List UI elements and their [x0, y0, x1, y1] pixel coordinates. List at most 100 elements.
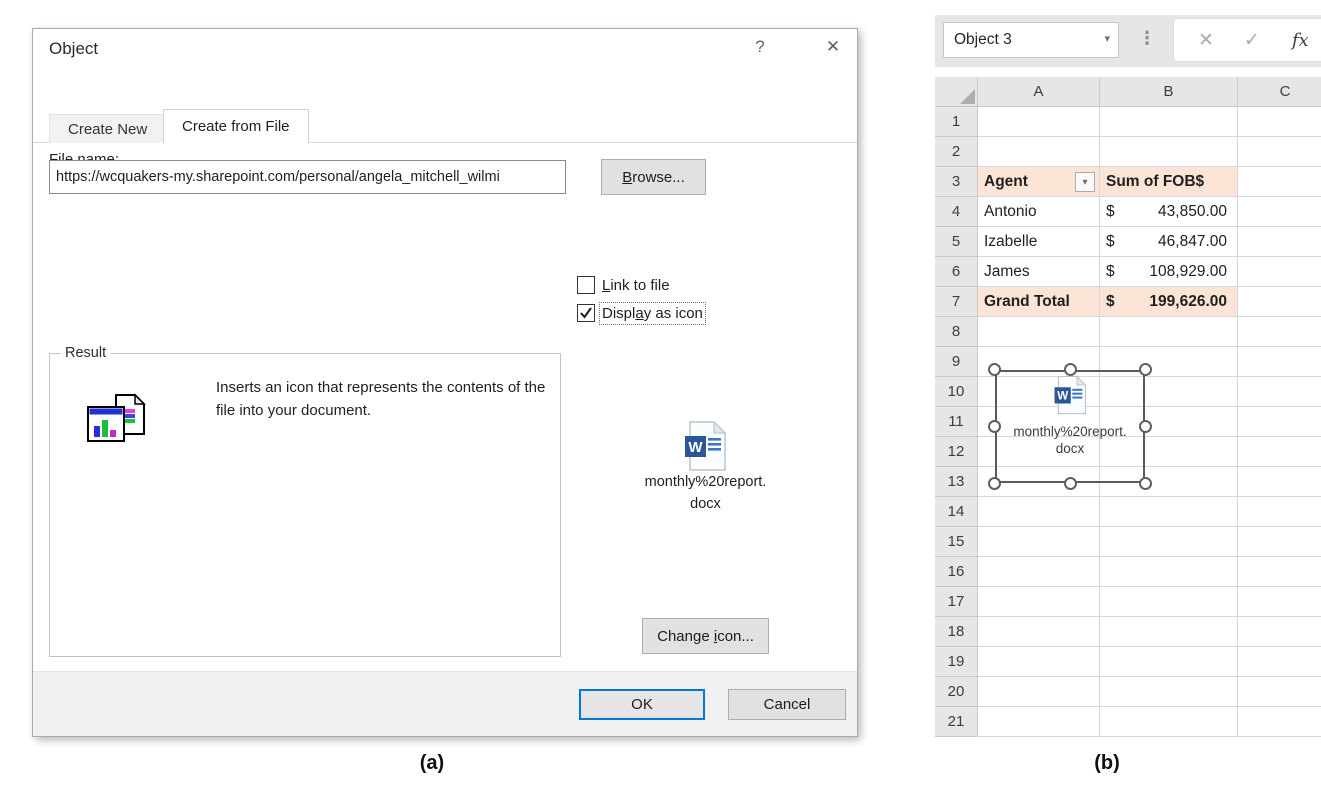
cell-B17[interactable]: [1100, 587, 1238, 617]
cell-B18[interactable]: [1100, 617, 1238, 647]
cancel-icon[interactable]: ✕: [1198, 29, 1214, 52]
cell-B16[interactable]: [1100, 557, 1238, 587]
agent-filter-button[interactable]: ▾: [1075, 172, 1095, 192]
cell-B5[interactable]: $46,847.00: [1100, 227, 1238, 257]
row-header-12[interactable]: 12: [935, 437, 978, 467]
cell-A8[interactable]: [978, 317, 1100, 347]
cell-C17[interactable]: [1238, 587, 1321, 617]
cell-C6[interactable]: [1238, 257, 1321, 287]
cell-A2[interactable]: [978, 137, 1100, 167]
row-header-2[interactable]: 2: [935, 137, 978, 167]
column-header-A[interactable]: A: [978, 77, 1100, 107]
row-header-1[interactable]: 1: [935, 107, 978, 137]
formula-bar[interactable]: ✕ ✓ fx: [1173, 18, 1321, 62]
browse-button[interactable]: Browse...: [601, 159, 706, 195]
row-header-15[interactable]: 15: [935, 527, 978, 557]
row-header-13[interactable]: 13: [935, 467, 978, 497]
resize-handle-middle-right[interactable]: [1139, 420, 1152, 433]
resize-handle-top-right[interactable]: [1139, 363, 1152, 376]
cell-C5[interactable]: [1238, 227, 1321, 257]
cell-B21[interactable]: [1100, 707, 1238, 737]
cell-A6[interactable]: James: [978, 257, 1100, 287]
link-to-file-label[interactable]: Link to file: [602, 277, 670, 294]
ok-button[interactable]: OK: [579, 689, 705, 720]
cell-C21[interactable]: [1238, 707, 1321, 737]
cell-B2[interactable]: [1100, 137, 1238, 167]
column-header-B[interactable]: B: [1100, 77, 1238, 107]
cell-C10[interactable]: [1238, 377, 1321, 407]
cell-C14[interactable]: [1238, 497, 1321, 527]
help-icon[interactable]: ?: [743, 37, 777, 65]
name-box-dropdown-icon[interactable]: ▾: [1104, 32, 1110, 45]
cell-C18[interactable]: [1238, 617, 1321, 647]
cell-C1[interactable]: [1238, 107, 1321, 137]
tab-create-from-file[interactable]: Create from File: [163, 109, 309, 144]
resize-handle-bottom-middle[interactable]: [1064, 477, 1077, 490]
row-header-4[interactable]: 4: [935, 197, 978, 227]
enter-icon[interactable]: ✓: [1244, 29, 1260, 52]
cell-A3[interactable]: Agent▾: [978, 167, 1100, 197]
cell-A1[interactable]: [978, 107, 1100, 137]
cell-C11[interactable]: [1238, 407, 1321, 437]
cell-A21[interactable]: [978, 707, 1100, 737]
cell-C2[interactable]: [1238, 137, 1321, 167]
row-header-9[interactable]: 9: [935, 347, 978, 377]
cell-C3[interactable]: [1238, 167, 1321, 197]
cell-A14[interactable]: [978, 497, 1100, 527]
select-all-corner[interactable]: [935, 77, 978, 107]
display-as-icon-checkbox[interactable]: Display as icon: [577, 304, 703, 322]
cell-B3[interactable]: Sum of FOB$: [1100, 167, 1238, 197]
row-header-6[interactable]: 6: [935, 257, 978, 287]
cell-A16[interactable]: [978, 557, 1100, 587]
cell-B19[interactable]: [1100, 647, 1238, 677]
insert-function-icon[interactable]: fx: [1292, 30, 1309, 51]
row-header-10[interactable]: 10: [935, 377, 978, 407]
cell-B6[interactable]: $108,929.00: [1100, 257, 1238, 287]
tab-create-new[interactable]: Create New: [49, 114, 166, 143]
cell-C4[interactable]: [1238, 197, 1321, 227]
change-icon-button[interactable]: Change icon...: [642, 618, 769, 654]
cell-A18[interactable]: [978, 617, 1100, 647]
column-header-C[interactable]: C: [1238, 77, 1321, 107]
row-header-14[interactable]: 14: [935, 497, 978, 527]
cell-B1[interactable]: [1100, 107, 1238, 137]
cell-A17[interactable]: [978, 587, 1100, 617]
file-name-input[interactable]: [49, 160, 566, 194]
cell-A5[interactable]: Izabelle: [978, 227, 1100, 257]
cell-B8[interactable]: [1100, 317, 1238, 347]
resize-handle-bottom-right[interactable]: [1139, 477, 1152, 490]
resize-handle-bottom-left[interactable]: [988, 477, 1001, 490]
cell-A4[interactable]: Antonio: [978, 197, 1100, 227]
cell-A19[interactable]: [978, 647, 1100, 677]
cell-A15[interactable]: [978, 527, 1100, 557]
row-header-16[interactable]: 16: [935, 557, 978, 587]
cancel-button[interactable]: Cancel: [728, 689, 846, 720]
cell-B4[interactable]: $43,850.00: [1100, 197, 1238, 227]
row-header-19[interactable]: 19: [935, 647, 978, 677]
resize-handle-middle-left[interactable]: [988, 420, 1001, 433]
cell-B7[interactable]: $199,626.00: [1100, 287, 1238, 317]
cell-C7[interactable]: [1238, 287, 1321, 317]
cell-B15[interactable]: [1100, 527, 1238, 557]
row-header-21[interactable]: 21: [935, 707, 978, 737]
row-header-17[interactable]: 17: [935, 587, 978, 617]
cell-C19[interactable]: [1238, 647, 1321, 677]
row-header-5[interactable]: 5: [935, 227, 978, 257]
cell-A7[interactable]: Grand Total: [978, 287, 1100, 317]
checkbox-box[interactable]: [577, 304, 595, 322]
close-icon[interactable]: ✕: [815, 37, 851, 65]
display-as-icon-label[interactable]: Display as icon: [602, 305, 703, 322]
link-to-file-checkbox[interactable]: Link to file: [577, 276, 670, 294]
cell-C8[interactable]: [1238, 317, 1321, 347]
cell-A20[interactable]: [978, 677, 1100, 707]
embedded-object[interactable]: W monthly%20report. docx: [995, 370, 1145, 483]
row-header-11[interactable]: 11: [935, 407, 978, 437]
row-header-3[interactable]: 3: [935, 167, 978, 197]
row-header-18[interactable]: 18: [935, 617, 978, 647]
cell-C12[interactable]: [1238, 437, 1321, 467]
cell-B20[interactable]: [1100, 677, 1238, 707]
cell-C16[interactable]: [1238, 557, 1321, 587]
cell-C15[interactable]: [1238, 527, 1321, 557]
cell-C9[interactable]: [1238, 347, 1321, 377]
cell-C13[interactable]: [1238, 467, 1321, 497]
